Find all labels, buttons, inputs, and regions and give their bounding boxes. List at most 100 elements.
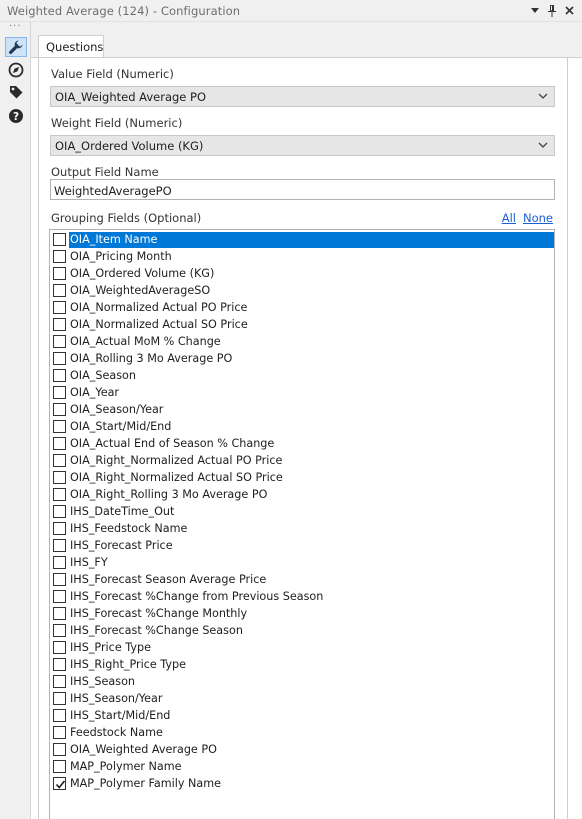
list-item[interactable]: OIA_Ordered Volume (KG) xyxy=(51,265,554,282)
checkbox[interactable] xyxy=(53,607,66,620)
list-item-label: OIA_Right_Normalized Actual PO Price xyxy=(70,454,283,467)
checkbox[interactable] xyxy=(53,267,66,280)
pin-icon[interactable] xyxy=(545,3,559,18)
output-field-input[interactable] xyxy=(50,179,555,200)
close-icon[interactable] xyxy=(562,3,576,18)
checkbox[interactable] xyxy=(53,522,66,535)
list-item-label: IHS_Forecast %Change from Previous Seaso… xyxy=(70,590,324,603)
checkbox[interactable] xyxy=(53,403,66,416)
checkmark-icon xyxy=(55,780,66,789)
checkbox[interactable] xyxy=(53,539,66,552)
list-item[interactable]: OIA_Season xyxy=(51,367,554,384)
compass-icon[interactable] xyxy=(5,60,27,80)
list-item-label: IHS_Start/Mid/End xyxy=(70,709,171,722)
checkbox[interactable] xyxy=(53,233,66,246)
checkbox[interactable] xyxy=(53,471,66,484)
value-field-dropdown[interactable]: OIA_Weighted Average PO xyxy=(50,86,555,107)
list-item[interactable]: IHS_Forecast %Change from Previous Seaso… xyxy=(51,588,554,605)
select-none-link[interactable]: None xyxy=(523,211,553,225)
list-item[interactable]: IHS_Right_Price Type xyxy=(51,656,554,673)
checkbox[interactable] xyxy=(53,284,66,297)
list-item-label: OIA_Weighted Average PO xyxy=(70,743,217,756)
list-item[interactable]: IHS_Feedstock Name xyxy=(51,520,554,537)
select-all-link[interactable]: All xyxy=(502,211,516,225)
weight-field-selected: OIA_Ordered Volume (KG) xyxy=(55,139,204,153)
list-item[interactable]: IHS_Start/Mid/End xyxy=(51,707,554,724)
checkbox[interactable] xyxy=(53,556,66,569)
wrench-icon[interactable] xyxy=(5,37,27,57)
checkbox[interactable] xyxy=(53,301,66,314)
list-item-label: IHS_Forecast Season Average Price xyxy=(70,573,267,586)
checkbox[interactable] xyxy=(53,675,66,688)
grouping-fields-label: Grouping Fields (Optional) xyxy=(51,211,202,225)
checkbox[interactable] xyxy=(53,454,66,467)
list-item[interactable]: OIA_Right_Normalized Actual SO Price xyxy=(51,469,554,486)
list-item-label: Feedstock Name xyxy=(70,726,163,739)
list-item[interactable]: IHS_DateTime_Out xyxy=(51,503,554,520)
chevron-down-icon xyxy=(538,142,548,148)
list-item[interactable]: OIA_Season/Year xyxy=(51,401,554,418)
checkbox[interactable] xyxy=(53,777,66,790)
list-item-label: IHS_FY xyxy=(70,556,108,569)
list-item[interactable]: IHS_Forecast %Change Season xyxy=(51,622,554,639)
dropdown-arrow-icon[interactable] xyxy=(528,3,542,18)
tag-icon[interactable] xyxy=(5,82,27,102)
list-item[interactable]: IHS_FY xyxy=(51,554,554,571)
checkbox[interactable] xyxy=(53,335,66,348)
list-item[interactable]: IHS_Forecast Price xyxy=(51,537,554,554)
checkbox[interactable] xyxy=(53,386,66,399)
checkbox[interactable] xyxy=(53,250,66,263)
list-item-label: MAP_Polymer Family Name xyxy=(70,777,222,790)
list-item-label: OIA_Start/Mid/End xyxy=(70,420,172,433)
list-item[interactable]: OIA_Year xyxy=(51,384,554,401)
list-item[interactable]: MAP_Polymer Name xyxy=(51,758,554,775)
checkbox[interactable] xyxy=(53,352,66,365)
checkbox[interactable] xyxy=(53,658,66,671)
checkbox[interactable] xyxy=(53,420,66,433)
list-item[interactable]: Feedstock Name xyxy=(51,724,554,741)
list-item[interactable]: OIA_Start/Mid/End xyxy=(51,418,554,435)
checkbox[interactable] xyxy=(53,488,66,501)
list-item-label: OIA_Year xyxy=(70,386,120,399)
list-item[interactable]: OIA_Normalized Actual PO Price xyxy=(51,299,554,316)
list-item[interactable]: OIA_Right_Rolling 3 Mo Average PO xyxy=(51,486,554,503)
more-dots-icon[interactable]: ··· xyxy=(9,21,22,32)
help-icon[interactable]: ? xyxy=(5,106,27,126)
checkbox[interactable] xyxy=(53,709,66,722)
list-item[interactable]: IHS_Season/Year xyxy=(51,690,554,707)
list-item[interactable]: OIA_Rolling 3 Mo Average PO xyxy=(51,350,554,367)
list-item-label: OIA_Right_Normalized Actual SO Price xyxy=(70,471,283,484)
tab-questions[interactable]: Questions xyxy=(38,35,104,58)
grouping-fields-list[interactable]: OIA_Item Name OIA_Pricing Month OIA_Ordere… xyxy=(49,229,555,819)
list-item-label: MAP_Polymer Name xyxy=(70,760,182,773)
list-item[interactable]: IHS_Season xyxy=(51,673,554,690)
list-item[interactable]: IHS_Forecast %Change Monthly xyxy=(51,605,554,622)
checkbox[interactable] xyxy=(53,505,66,518)
checkbox[interactable] xyxy=(53,641,66,654)
checkbox[interactable] xyxy=(53,760,66,773)
list-item[interactable]: OIA_Weighted Average PO xyxy=(51,741,554,758)
list-item[interactable]: OIA_WeightedAverageSO xyxy=(51,282,554,299)
checkbox[interactable] xyxy=(53,369,66,382)
checkbox[interactable] xyxy=(53,624,66,637)
list-item[interactable]: IHS_Forecast Season Average Price xyxy=(51,571,554,588)
list-item[interactable]: IHS_Price Type xyxy=(51,639,554,656)
list-item[interactable]: MAP_Polymer Family Name xyxy=(51,775,554,792)
list-item[interactable]: OIA_Normalized Actual SO Price xyxy=(51,316,554,333)
checkbox[interactable] xyxy=(53,743,66,756)
checkbox[interactable] xyxy=(53,692,66,705)
list-item[interactable]: OIA_Actual End of Season % Change xyxy=(51,435,554,452)
window-controls xyxy=(528,3,576,18)
checkbox[interactable] xyxy=(53,318,66,331)
checkbox[interactable] xyxy=(53,590,66,603)
checkbox[interactable] xyxy=(53,726,66,739)
checkbox[interactable] xyxy=(53,573,66,586)
list-item-label: OIA_Normalized Actual PO Price xyxy=(70,301,248,314)
weight-field-dropdown[interactable]: OIA_Ordered Volume (KG) xyxy=(50,135,555,156)
list-item[interactable]: OIA_Actual MoM % Change xyxy=(51,333,554,350)
list-item-label: OIA_Right_Rolling 3 Mo Average PO xyxy=(70,488,268,501)
list-item[interactable]: OIA_Item Name xyxy=(51,231,554,248)
checkbox[interactable] xyxy=(53,437,66,450)
list-item[interactable]: OIA_Pricing Month xyxy=(51,248,554,265)
list-item[interactable]: OIA_Right_Normalized Actual PO Price xyxy=(51,452,554,469)
